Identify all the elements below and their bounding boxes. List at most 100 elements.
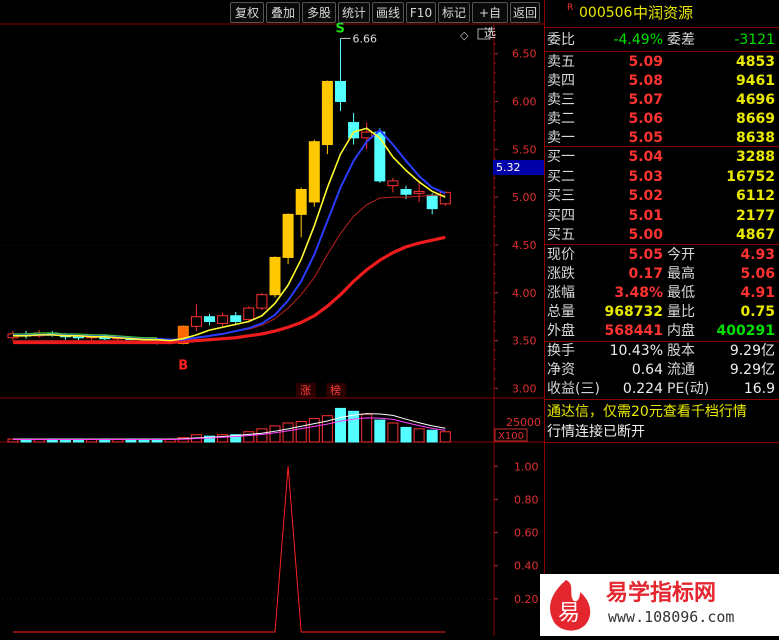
price-gridline-dot bbox=[314, 53, 315, 55]
buy-level-row[interactable]: 买二 5.03 16752 bbox=[545, 168, 779, 187]
finance-label: 净资 bbox=[547, 362, 575, 378]
volume-bar bbox=[374, 419, 386, 443]
indicator-gridline-dot bbox=[10, 466, 11, 468]
price-gridline-dot bbox=[66, 292, 67, 294]
candle-body bbox=[308, 141, 320, 203]
indicator-gridline-dot bbox=[466, 466, 467, 468]
price-gridline-dot bbox=[346, 101, 347, 103]
indicator-gridline-dot bbox=[146, 499, 147, 501]
buy-level-row[interactable]: 买五 5.00 4867 bbox=[545, 226, 779, 245]
price-gridline-dot bbox=[122, 53, 123, 55]
toolbar-button-huaxian[interactable]: 画线 bbox=[372, 2, 404, 23]
price-gridline-dot bbox=[234, 149, 235, 151]
price-gridline-dot bbox=[2, 244, 3, 246]
price-gridline-dot bbox=[266, 197, 267, 199]
price-gridline-dot bbox=[202, 244, 203, 246]
price-axis-label: 6.50 bbox=[512, 48, 537, 61]
indicator-gridline-dot bbox=[194, 598, 195, 600]
price-gridline-dot bbox=[282, 101, 283, 103]
indicator-gridline-dot bbox=[98, 565, 99, 567]
candle-body bbox=[204, 316, 215, 322]
candle-body bbox=[321, 80, 333, 146]
price-gridline-dot bbox=[114, 244, 115, 246]
price-gridline-dot bbox=[290, 149, 291, 151]
indicator-gridline-dot bbox=[218, 598, 219, 600]
indicator-gridline-dot bbox=[298, 499, 299, 501]
price-gridline-dot bbox=[90, 292, 91, 294]
indicator-gridline-dot bbox=[386, 499, 387, 501]
indicator-gridline-dot bbox=[418, 499, 419, 501]
notice-row[interactable]: 通达信，仅需20元查看千档行情 bbox=[545, 401, 779, 423]
indicator-gridline-dot bbox=[274, 532, 275, 534]
indicator-gridline-dot bbox=[122, 565, 123, 567]
indicator-gridline-dot bbox=[90, 598, 91, 600]
sell-level-row[interactable]: 卖二 5.06 8669 bbox=[545, 110, 779, 129]
indicator-gridline-dot bbox=[18, 466, 19, 468]
ma-line-red bbox=[13, 235, 446, 345]
indicator-gridline-dot bbox=[154, 499, 155, 501]
sell-level-row[interactable]: 卖四 5.08 9461 bbox=[545, 72, 779, 91]
buy-level-row[interactable]: 买一 5.04 3288 bbox=[545, 148, 779, 167]
stat-label: 涨跌 bbox=[547, 266, 575, 282]
toolbar-button-f10[interactable]: F10 bbox=[406, 2, 436, 23]
indicator-gridline-dot bbox=[314, 532, 315, 534]
price-gridline-dot bbox=[18, 197, 19, 199]
price-gridline-dot bbox=[2, 53, 3, 55]
price-gridline-dot bbox=[258, 197, 259, 199]
price-gridline-dot bbox=[234, 292, 235, 294]
price-gridline-dot bbox=[306, 292, 307, 294]
indicator-gridline-dot bbox=[218, 499, 219, 501]
price-gridline-dot bbox=[290, 197, 291, 199]
indicator-gridline-dot bbox=[42, 499, 43, 501]
price-gridline-dot bbox=[386, 53, 387, 55]
price-gridline-dot bbox=[82, 388, 83, 390]
indicator-gridline-dot bbox=[402, 598, 403, 600]
candle-body bbox=[190, 316, 202, 327]
price-gridline-dot bbox=[474, 244, 475, 246]
buy-level-row[interactable]: 买三 5.02 6112 bbox=[545, 187, 779, 206]
price-gridline-dot bbox=[122, 388, 123, 390]
stat-value: 3.48% bbox=[614, 285, 663, 301]
price-gridline-dot bbox=[466, 197, 467, 199]
price-gridline-dot bbox=[306, 101, 307, 103]
toolbar-button-biaoji[interactable]: 标记 bbox=[438, 2, 470, 23]
price-gridline-dot bbox=[154, 388, 155, 390]
sell-level-row[interactable]: 卖三 5.07 4696 bbox=[545, 91, 779, 110]
price-gridline-dot bbox=[370, 197, 371, 199]
toolbar-button-fanhui[interactable]: 返回 bbox=[510, 2, 540, 23]
price-gridline-dot bbox=[450, 340, 451, 342]
indicator-gridline-dot bbox=[410, 466, 411, 468]
indicator-gridline-dot bbox=[290, 565, 291, 567]
price-gridline-dot bbox=[338, 53, 339, 55]
price-gridline-dot bbox=[290, 101, 291, 103]
toolbar-button-duogu[interactable]: 多股 bbox=[302, 2, 336, 23]
price-gridline-dot bbox=[58, 149, 59, 151]
upgrade-notice-link[interactable]: 通达信，仅需20元查看千档行情 bbox=[547, 401, 747, 423]
toolbar-button-fuquan[interactable]: 复权 bbox=[230, 2, 264, 23]
indicator-gridline-dot bbox=[274, 565, 275, 567]
price-gridline-dot bbox=[34, 244, 35, 246]
buy-level-row[interactable]: 买四 5.01 2177 bbox=[545, 207, 779, 226]
indicator-gridline-dot bbox=[450, 598, 451, 600]
price-gridline-dot bbox=[82, 244, 83, 246]
indicator-gridline-dot bbox=[410, 565, 411, 567]
sell-level-row[interactable]: 卖五 5.09 4853 bbox=[545, 53, 779, 72]
price-gridline-dot bbox=[122, 149, 123, 151]
stat-value: 968732 bbox=[604, 304, 663, 320]
volume-bars bbox=[7, 407, 451, 443]
price-gridline-dot bbox=[458, 244, 459, 246]
volume-bar bbox=[308, 418, 320, 443]
price-gridline-dot bbox=[426, 101, 427, 103]
indicator-gridline-dot bbox=[394, 466, 395, 468]
sell-level-volume: 4696 bbox=[736, 92, 775, 108]
price-gridline-dot bbox=[258, 292, 259, 294]
kline-chart[interactable]: 6.50 6.00 5.50 5.00 4.50 4.00 3.50 3.00 S 6.66 B 涨 榜… bbox=[0, 0, 545, 636]
toolbar-button-zixuan[interactable]: +自选 bbox=[472, 2, 508, 40]
price-gridline-dot bbox=[2, 101, 3, 103]
price-gridline-dot bbox=[442, 340, 443, 342]
toolbar-button-diejia[interactable]: 叠加 bbox=[266, 2, 300, 23]
toolbar-button-tongji[interactable]: 统计 bbox=[338, 2, 370, 23]
price-gridline-dot bbox=[90, 388, 91, 390]
price-gridline-dot bbox=[418, 101, 419, 103]
indicator-gridline-dot bbox=[402, 499, 403, 501]
